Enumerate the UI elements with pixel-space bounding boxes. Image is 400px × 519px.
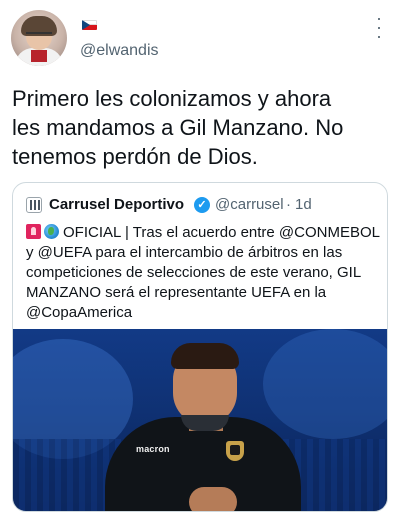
avatar-glasses <box>26 32 52 40</box>
verified-badge-icon: ✓ <box>194 197 210 213</box>
globe-icon <box>44 224 59 239</box>
avatar-stripe <box>31 50 47 62</box>
tweet[interactable]: @elwandis · · · Primero les colonizamos y … <box>0 0 400 519</box>
time-separator: · <box>286 196 291 213</box>
quoted-author-handle[interactable]: @carrusel <box>215 196 284 213</box>
quoted-author-name[interactable]: Carrusel Deportivo <box>49 196 184 213</box>
quoted-photo[interactable]: macron <box>13 329 387 511</box>
referee-hair <box>171 343 239 369</box>
carrusel-logo-icon <box>26 197 42 213</box>
author-handle[interactable]: @elwandis <box>80 42 159 60</box>
stadium-light <box>263 329 387 439</box>
quoted-timestamp[interactable]: 1d <box>295 196 312 213</box>
more-options-icon[interactable]: · · · <box>372 9 386 45</box>
quoted-tweet[interactable]: Carrusel Deportivo ✓ @carrusel · 1d OFIC… <box>12 182 388 512</box>
referee-crest-icon <box>226 441 244 461</box>
tweet-text: Primero les colonizamos y ahora les mand… <box>12 86 344 169</box>
referee-hand <box>189 487 237 511</box>
shirt-brand-logo: macron <box>136 444 170 454</box>
quoted-tweet-text: OFICIAL | Tras el acuerdo entre @CONMEBO… <box>26 223 386 323</box>
quoted-text-body: OFICIAL | Tras el acuerdo entre @CONMEBO… <box>26 224 380 321</box>
avatar[interactable] <box>11 10 67 66</box>
rotating-light-icon <box>26 224 41 239</box>
czech-flag-icon <box>82 20 97 30</box>
